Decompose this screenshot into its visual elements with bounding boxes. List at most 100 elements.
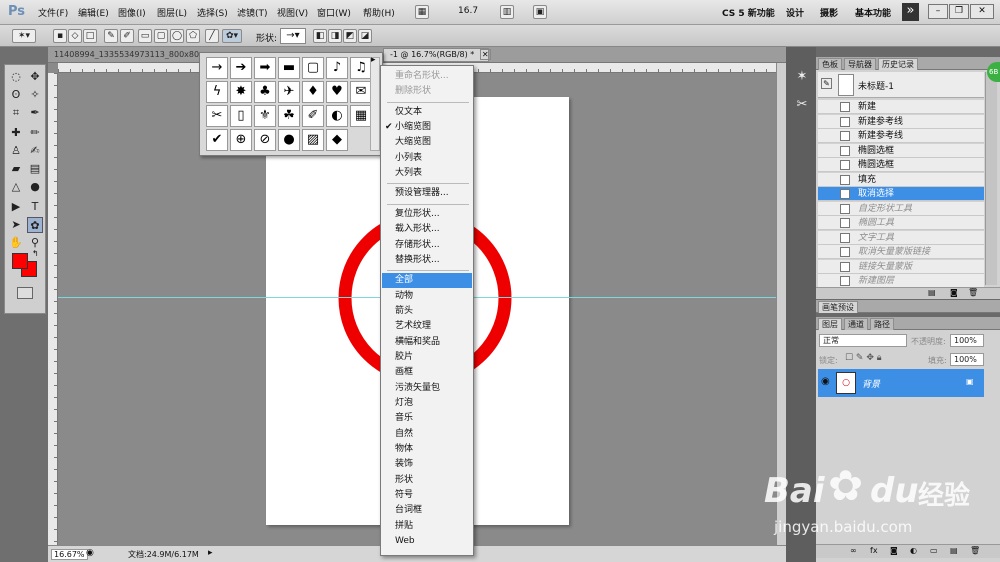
shape-cell[interactable]: ✸ (230, 81, 252, 103)
menu-item[interactable]: 大列表 (382, 166, 472, 181)
menu-item[interactable]: 台词框 (382, 503, 472, 518)
shape-cell[interactable]: ♦ (302, 81, 324, 103)
snapshot-brush-icon[interactable]: ✎ (821, 78, 832, 89)
history-state[interactable]: 椭圆选框 (818, 158, 984, 172)
history-state[interactable]: 新建参考线 (818, 129, 984, 143)
history-state[interactable]: 填充 (818, 172, 984, 187)
history-state[interactable]: 新建参考线 (818, 114, 984, 129)
history-state[interactable]: 取消矢量蒙版链接 (818, 245, 984, 259)
shape-layers-button[interactable]: ▪ (53, 29, 67, 43)
tab-paths[interactable]: 路径 (870, 318, 894, 330)
crop-tool-icon[interactable]: ⌗ (8, 105, 24, 121)
shape-cell[interactable]: ● (278, 129, 300, 151)
eyedropper-icon[interactable]: ✒ (27, 105, 43, 121)
custom-shape-tool-icon[interactable]: ✶▾ (12, 29, 36, 43)
layer-row-background[interactable]: ◉ ○ 背景 ▣ (818, 369, 984, 397)
history-state[interactable]: 新建 (818, 100, 984, 114)
shape-cell[interactable]: ♣ (254, 81, 276, 103)
menu-item[interactable]: 音乐 (382, 411, 472, 426)
menu-item[interactable]: 物体 (382, 442, 472, 457)
doc-tab-2[interactable]: -1 @ 16.7%(RGB/8) * ✕ (383, 48, 491, 62)
foreground-color-swatch[interactable] (12, 253, 28, 269)
workspace-more-button[interactable]: » (902, 3, 919, 21)
gradient-icon[interactable]: ▤ (27, 161, 43, 177)
move-tool-icon[interactable]: ✥ (27, 69, 43, 85)
menu-item[interactable]: 艺术纹理 (382, 319, 472, 334)
menu-select[interactable]: 选择(S) (197, 6, 228, 19)
shape-cell[interactable]: ➔ (230, 57, 252, 79)
menu-help[interactable]: 帮助(H) (363, 6, 395, 19)
shape-cell[interactable]: ✔ (206, 129, 228, 151)
tab-layers[interactable]: 图层 (818, 318, 842, 330)
menu-image[interactable]: 图像(I) (118, 6, 146, 19)
swap-colors-icon[interactable]: ↰ (32, 249, 39, 258)
rounded-rect-icon[interactable]: ▢ (154, 29, 168, 43)
screen-layout-button[interactable]: ▣ (533, 5, 547, 19)
menu-item[interactable]: 复位形状... (382, 207, 472, 222)
marquee-tool-icon[interactable]: ◌ (8, 69, 24, 85)
shape-cell[interactable]: ⊕ (230, 129, 252, 151)
zoom-level[interactable]: 16.7 (458, 6, 478, 16)
brush-settings-icon[interactable]: ✂ (793, 97, 811, 115)
shape-cell[interactable]: ⚜ (254, 105, 276, 127)
restore-button[interactable]: ❐ (949, 4, 969, 19)
paths-button[interactable]: ◇ (68, 29, 82, 43)
brush-tool-icon[interactable]: ✏ (27, 125, 43, 141)
menu-item[interactable]: 替换形状... (382, 253, 472, 268)
menu-item[interactable]: ✔ 小缩览图 (382, 120, 472, 135)
shape-cell[interactable]: ▦ (350, 105, 372, 127)
history-brush-icon[interactable]: ✍ (27, 143, 43, 159)
history-state[interactable]: 椭圆工具 (818, 216, 984, 230)
history-state[interactable]: 自定形状工具 (818, 201, 984, 216)
custom-shape-tool-active-icon[interactable]: ✿ (27, 217, 43, 233)
hand-tool-icon[interactable]: ✋ (8, 235, 24, 251)
workspace-basic[interactable]: 基本功能 (855, 6, 891, 19)
shape-cell[interactable]: ◆ (326, 129, 348, 151)
menu-window[interactable]: 窗口(W) (317, 6, 351, 19)
status-zoom[interactable]: 16.67% (51, 549, 88, 560)
new-document-from-state-icon[interactable]: ▤ (928, 288, 936, 297)
menu-item[interactable]: 符号 (382, 488, 472, 503)
history-state[interactable]: 椭圆选框 (818, 143, 984, 158)
menu-item[interactable]: 灯泡 (382, 396, 472, 411)
shape-cell[interactable]: ▯ (230, 105, 252, 127)
history-state[interactable]: 新建图层 (818, 274, 984, 288)
shape-cell[interactable]: → (206, 57, 228, 79)
blend-mode-select[interactable]: 正常 (819, 334, 907, 347)
clone-stamp-icon[interactable]: ♙ (8, 143, 24, 159)
shape-cell[interactable]: ▨ (302, 129, 324, 151)
status-icon[interactable]: ◉ (86, 548, 94, 558)
menu-item[interactable]: 横幅和奖品 (382, 335, 472, 350)
menu-layer[interactable]: 图层(L) (157, 6, 187, 19)
visibility-eye-icon[interactable]: ◉ (821, 376, 830, 387)
lasso-tool-icon[interactable]: ʘ (8, 87, 24, 103)
shape-cell[interactable]: ϟ (206, 81, 228, 103)
shape-cell[interactable]: ✐ (302, 105, 324, 127)
menu-edit[interactable]: 编辑(E) (78, 6, 109, 19)
shape-cell[interactable]: ✈ (278, 81, 300, 103)
menu-item[interactable]: 动物 (382, 289, 472, 304)
direct-select-icon[interactable]: ➤ (8, 217, 24, 233)
menu-view[interactable]: 视图(V) (277, 6, 308, 19)
menu-filter[interactable]: 滤镜(T) (237, 6, 268, 19)
history-state[interactable]: 取消选择 (818, 187, 984, 201)
shape-cell[interactable]: ▢ (302, 57, 324, 79)
lock-icons[interactable]: ☐ ✎ ✥ 🔒︎ (845, 353, 882, 363)
shape-cell[interactable]: ➡ (254, 57, 276, 79)
shape-cell[interactable]: ◐ (326, 105, 348, 127)
doc-tab-1[interactable]: 11408994_1335534973113_800x80 (54, 50, 204, 59)
shape-cell[interactable]: ☘ (278, 105, 300, 127)
pen-tool-icon[interactable]: ✎ (104, 29, 118, 43)
workspace-cs5[interactable]: CS 5 新功能 (722, 6, 775, 19)
tab-channels[interactable]: 通道 (844, 318, 868, 330)
history-state[interactable]: 文字工具 (818, 230, 984, 245)
menu-item[interactable]: 画框 (382, 365, 472, 380)
menu-item[interactable]: 载入形状... (382, 222, 472, 237)
menu-item[interactable]: Web (382, 534, 472, 549)
blur-tool-icon[interactable]: △ (8, 179, 24, 195)
menu-item[interactable]: 全部 (382, 273, 472, 289)
tab-brush-presets[interactable]: 画笔预设 (818, 301, 858, 313)
fill-field[interactable]: 100% (950, 353, 984, 366)
shape-cell[interactable]: ✉ (350, 81, 372, 103)
combine-mode-new-icon[interactable]: ◧ (313, 29, 327, 43)
